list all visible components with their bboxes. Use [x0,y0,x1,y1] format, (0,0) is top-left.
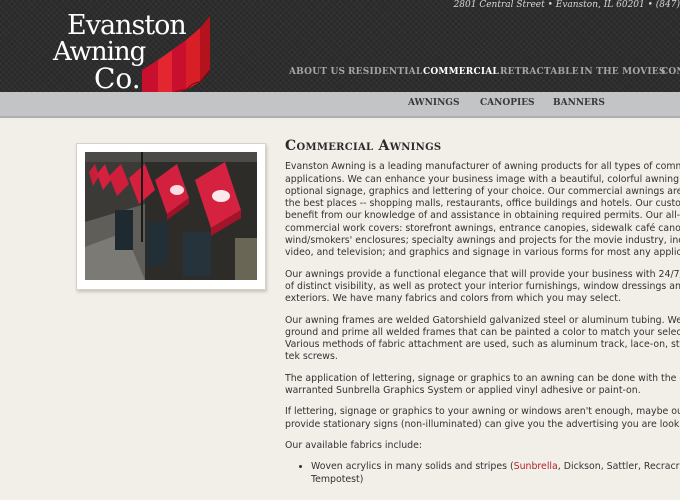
frames-paragraph: Our awning frames are welded Gatorshield… [285,314,680,363]
nav-contact[interactable]: CON [661,67,680,77]
site-logo[interactable]: Evanston Awning Co. [50,4,220,106]
fabrics-intro: Our available fabrics include: [285,439,423,451]
site-header: 2801 Central Street • Evanston, IL 60201… [0,0,680,105]
photo-frame [76,143,266,290]
subnav-banners[interactable]: BANNERS [553,98,605,108]
header-address: 2801 Central Street • Evanston, IL 60201… [453,0,680,10]
awning-photo [85,152,257,280]
signs-paragraph: If lettering, signage or graphics to you… [285,406,680,430]
sub-nav-bar: AWNINGS CANOPIES BANNERS [0,92,680,118]
logo-text-line3: Co. [94,62,141,95]
main-content: Commercial Awnings Evanston Awning is a … [285,138,680,486]
nav-about-us[interactable]: ABOUT US [289,67,345,77]
nav-retractable[interactable]: RETRACTABLE [500,67,579,77]
elegance-paragraph: Our awnings provide a functional eleganc… [285,268,680,305]
fabrics-list: Woven acrylics in many solids and stripe… [285,461,680,486]
page-title: Commercial Awnings [285,138,442,154]
nav-residential[interactable]: RESIDENTIAL [348,67,422,77]
list-item: Woven acrylics in many solids and stripe… [311,461,680,486]
sunbrella-link[interactable]: Sunbrella [514,461,558,472]
lettering-paragraph: The application of lettering, signage or… [285,372,680,397]
logo-graphic: Evanston Awning Co. [52,10,211,105]
nav-commercial[interactable]: COMMERCIAL [423,67,499,77]
subnav-awnings[interactable]: AWNINGS [408,98,460,108]
subnav-canopies[interactable]: CANOPIES [480,98,535,108]
intro-paragraph: Evanston Awning is a leading manufacture… [285,161,680,259]
nav-in-the-movies[interactable]: IN THE MOVIES [580,67,666,77]
